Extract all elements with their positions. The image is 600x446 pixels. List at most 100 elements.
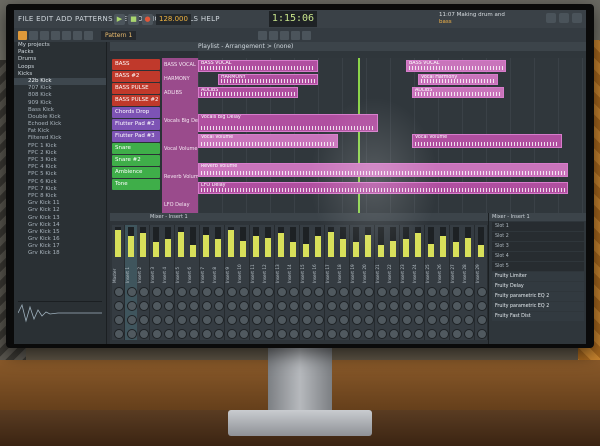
- playlist-clip[interactable]: HARMONY: [218, 74, 318, 85]
- brush-icon[interactable]: [29, 30, 38, 40]
- knob-icon[interactable]: [176, 287, 187, 297]
- playlist-clip[interactable]: ADLIBS: [412, 87, 504, 98]
- knob-icon[interactable]: [376, 315, 387, 325]
- browser-item[interactable]: Grv Kick 12: [14, 207, 106, 214]
- knob-icon[interactable]: [451, 315, 462, 325]
- mixer-strip[interactable]: Insert 20: [362, 225, 375, 340]
- mute-icon[interactable]: [51, 30, 60, 40]
- knob-icon[interactable]: [276, 315, 287, 325]
- channel-button[interactable]: Snare #2: [112, 155, 160, 166]
- mixer-strip[interactable]: Insert 29: [474, 225, 488, 340]
- browser-item[interactable]: Bass Kick: [14, 107, 106, 114]
- knob-icon[interactable]: [389, 301, 399, 311]
- mixer-strip[interactable]: Insert 24: [412, 225, 425, 340]
- knob-icon[interactable]: [176, 301, 187, 311]
- stop-icon[interactable]: ■: [128, 13, 139, 25]
- minimize-icon[interactable]: [546, 13, 556, 23]
- playlist-clip[interactable]: Vocals Big Delay: [198, 114, 378, 132]
- effect-slot[interactable]: Fruity parametric EQ 2: [492, 302, 584, 311]
- knob-icon[interactable]: [301, 301, 312, 311]
- track-name[interactable]: [162, 184, 198, 198]
- knob-icon[interactable]: [401, 329, 412, 339]
- knob-icon[interactable]: [276, 329, 287, 339]
- knob-icon[interactable]: [426, 329, 437, 339]
- knob-icon[interactable]: [401, 301, 412, 311]
- browser-item[interactable]: 707 Kick: [14, 85, 106, 92]
- knob-icon[interactable]: [451, 287, 462, 297]
- knob-icon[interactable]: [114, 329, 124, 339]
- browser-item[interactable]: Grv Kick 16: [14, 236, 106, 243]
- knob-icon[interactable]: [339, 301, 349, 311]
- mixer-strip[interactable]: Master: [112, 225, 125, 340]
- piano-roll-icon[interactable]: [269, 30, 279, 40]
- channel-button[interactable]: Snare: [112, 143, 160, 154]
- channel-rack-icon[interactable]: [280, 30, 290, 40]
- knob-icon[interactable]: [426, 301, 437, 311]
- browser-item[interactable]: Grv Kick 11: [14, 200, 106, 207]
- knob-icon[interactable]: [214, 301, 224, 311]
- mixer-icon[interactable]: [291, 30, 301, 40]
- mixer-strip[interactable]: Insert 2: [137, 225, 150, 340]
- channel-button[interactable]: BASS #2: [112, 71, 160, 82]
- playlist-clip[interactable]: ADLIBS: [198, 87, 298, 98]
- browser-item[interactable]: Grv Kick 14: [14, 222, 106, 229]
- mixer-strip[interactable]: Insert 10: [237, 225, 250, 340]
- knob-icon[interactable]: [426, 315, 437, 325]
- knob-icon[interactable]: [339, 315, 349, 325]
- knob-icon[interactable]: [364, 315, 374, 325]
- knob-icon[interactable]: [326, 315, 337, 325]
- knob-icon[interactable]: [201, 287, 212, 297]
- browser-item[interactable]: Filtered Kick: [14, 135, 106, 142]
- mixer-strip[interactable]: Insert 4: [162, 225, 175, 340]
- knob-icon[interactable]: [414, 287, 424, 297]
- knob-icon[interactable]: [139, 301, 149, 311]
- knob-icon[interactable]: [439, 329, 449, 339]
- channel-button[interactable]: Flutter Pad #2: [112, 119, 160, 130]
- channel-button[interactable]: BASS PULSE: [112, 83, 160, 94]
- browser-item[interactable]: My projects: [14, 42, 106, 49]
- slice-icon[interactable]: [62, 30, 71, 40]
- browser-item[interactable]: Grv Kick 18: [14, 250, 106, 257]
- knob-icon[interactable]: [326, 301, 337, 311]
- knob-icon[interactable]: [314, 287, 324, 297]
- effect-slot[interactable]: Fruity Limiter: [492, 272, 584, 281]
- record-icon[interactable]: ●: [142, 13, 153, 25]
- mixer-strip[interactable]: Insert 18: [337, 225, 350, 340]
- knob-icon[interactable]: [126, 315, 137, 325]
- browser-item[interactable]: FPC 4 Kick: [14, 164, 106, 171]
- playlist-clip[interactable]: LFO Delay: [198, 182, 568, 194]
- knob-icon[interactable]: [476, 287, 487, 297]
- effect-slot[interactable]: Slot 4: [492, 252, 584, 261]
- knob-icon[interactable]: [189, 315, 199, 325]
- knob-icon[interactable]: [351, 301, 362, 311]
- knob-icon[interactable]: [464, 315, 474, 325]
- knob-icon[interactable]: [326, 329, 337, 339]
- knob-icon[interactable]: [276, 301, 287, 311]
- track-name[interactable]: [162, 128, 198, 142]
- browser-item[interactable]: 22b Kick: [14, 77, 106, 86]
- knob-icon[interactable]: [464, 301, 474, 311]
- knob-icon[interactable]: [239, 301, 249, 311]
- effect-slot[interactable]: Fruity Fast Dist: [492, 312, 584, 321]
- mixer-strip[interactable]: Insert 25: [424, 225, 438, 340]
- knob-icon[interactable]: [314, 329, 324, 339]
- mixer-strip[interactable]: Insert 8: [212, 225, 225, 340]
- channel-button[interactable]: Ambience: [112, 167, 160, 178]
- knob-icon[interactable]: [264, 329, 274, 339]
- knob-icon[interactable]: [176, 315, 187, 325]
- knob-icon[interactable]: [114, 315, 124, 325]
- knob-icon[interactable]: [189, 301, 199, 311]
- knob-icon[interactable]: [276, 287, 287, 297]
- track-name[interactable]: HARMONY: [162, 72, 198, 86]
- knob-icon[interactable]: [201, 315, 212, 325]
- knob-icon[interactable]: [439, 315, 449, 325]
- knob-icon[interactable]: [451, 301, 462, 311]
- mixer-strip[interactable]: Insert 9: [224, 225, 238, 340]
- browser-item[interactable]: Packs: [14, 49, 106, 56]
- play-icon[interactable]: ▶: [114, 13, 125, 25]
- pencil-icon[interactable]: [18, 30, 27, 40]
- knob-icon[interactable]: [451, 329, 462, 339]
- knob-icon[interactable]: [401, 287, 412, 297]
- track-name[interactable]: BASS VOCAL: [162, 58, 198, 72]
- mixer-strip[interactable]: Insert 13: [274, 225, 288, 340]
